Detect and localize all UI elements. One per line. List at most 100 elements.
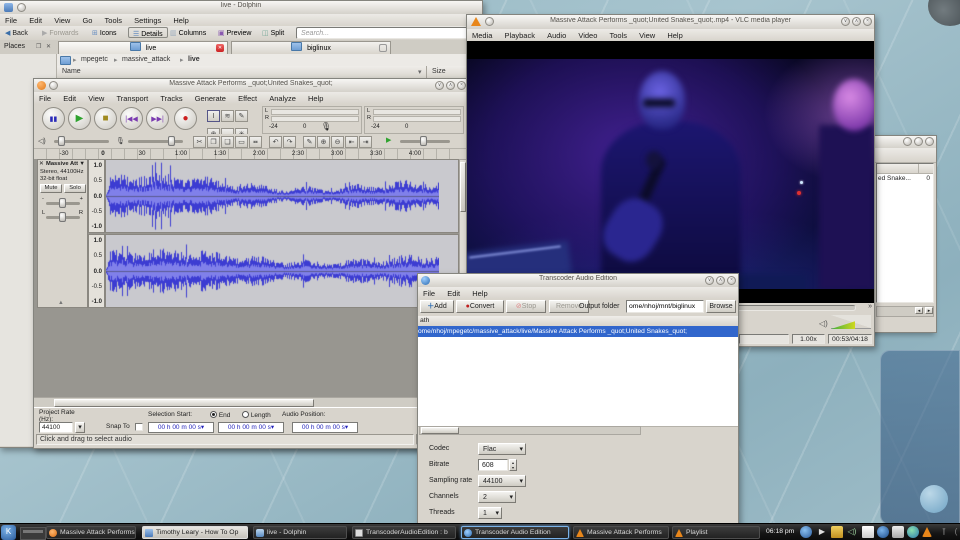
tray-kde-icon[interactable]	[800, 526, 812, 538]
kde-cashew-icon[interactable]	[928, 0, 960, 26]
places-float-icon[interactable]: ❐	[36, 43, 41, 50]
task-transcoder-active[interactable]: Transcoder Audio Edition	[461, 526, 569, 539]
solo-button[interactable]: Solo	[64, 184, 86, 193]
skip-start-button[interactable]: |◀◀	[120, 107, 143, 130]
menu-help[interactable]: Help	[467, 287, 492, 298]
maximize-button[interactable]: ∧	[446, 81, 455, 90]
back-button[interactable]: ◀ Back	[5, 29, 28, 37]
menu-help[interactable]: Help	[303, 92, 328, 103]
add-button[interactable]: ＋Add	[420, 300, 454, 313]
list-hscrollbar[interactable]	[419, 426, 641, 435]
columns-view-button[interactable]: ▥ Columns	[170, 29, 206, 37]
background-transcoder-window[interactable]: ed Snake... 0 ◂ ▸	[873, 135, 937, 333]
task-dolphin[interactable]: live - Dolphin	[253, 526, 347, 539]
scrollbar-thumb[interactable]	[421, 427, 459, 434]
pan-slider[interactable]	[46, 216, 80, 219]
selection-start-field[interactable]: 00 h 00 m 00 s▾	[148, 422, 214, 433]
widget-circle-icon[interactable]	[920, 485, 948, 513]
browse-button[interactable]: Browse	[706, 300, 736, 313]
output-volume-slider[interactable]	[54, 140, 109, 143]
backwindow-hscrollbar[interactable]: ◂ ▸	[876, 306, 934, 317]
menu-settings[interactable]: Settings	[129, 14, 166, 25]
icons-view-button[interactable]: ⊞ Icons	[92, 29, 117, 37]
split-button[interactable]: ◫ Split	[262, 29, 284, 37]
task-vlc-playlist[interactable]: Playlist	[672, 526, 760, 539]
audio-position-field[interactable]: 00 h 00 m 00 s▾	[292, 422, 358, 433]
output-folder-input[interactable]	[626, 300, 704, 313]
tab-close-icon[interactable]: ✕	[216, 44, 224, 52]
minimize-button[interactable]: ∨	[705, 276, 714, 285]
length-radio[interactable]: Length	[242, 411, 271, 419]
menu-help[interactable]: Help	[662, 29, 687, 40]
playback-speed-slider[interactable]	[400, 140, 450, 143]
bitrate-spinbox[interactable]: 608	[478, 459, 508, 471]
menu-tools[interactable]: Tools	[604, 29, 632, 40]
stop-button[interactable]: ⊘Stop	[506, 300, 546, 313]
minimize-button[interactable]: ∨	[435, 81, 444, 90]
menu-view[interactable]: View	[49, 14, 75, 25]
gain-slider[interactable]	[46, 202, 80, 205]
clock[interactable]: 06:18 pm	[766, 528, 794, 535]
video-display[interactable]	[467, 41, 874, 303]
task-timothy-leary[interactable]: Timothy Leary - How To Op	[142, 526, 248, 539]
time-display[interactable]: 00:53/04:18	[828, 334, 872, 344]
envelope-tool[interactable]: ≋	[221, 110, 234, 122]
track-menu-arrow-icon[interactable]: ▼	[79, 161, 85, 167]
track-name[interactable]: Massive Att	[46, 161, 78, 167]
task-transcoder-b[interactable]: TranscoderAudioEdition : b	[352, 526, 456, 539]
menu-file[interactable]: File	[418, 287, 440, 298]
play-at-speed-button[interactable]: ▶	[386, 136, 391, 144]
tab-biglinux[interactable]: biglinux	[231, 41, 391, 54]
pause-button[interactable]: ▮▮	[42, 107, 65, 130]
tray-network-icon[interactable]	[907, 526, 919, 538]
list-row[interactable]: ed Snake...	[878, 175, 911, 182]
menu-media[interactable]: Media	[467, 29, 497, 40]
bitrate-spin-arrows[interactable]: ▴▾	[509, 459, 517, 471]
menu-effect[interactable]: Effect	[233, 92, 262, 103]
menu-audio[interactable]: Audio	[542, 29, 571, 40]
tray-wallet-icon[interactable]	[831, 526, 843, 538]
desktop-widget-panel[interactable]	[880, 350, 960, 525]
tray-play-icon[interactable]: ▶	[816, 526, 828, 538]
channels-select[interactable]: 2▾	[478, 491, 516, 503]
menu-video[interactable]: Video	[573, 29, 602, 40]
tab-close-icon[interactable]	[379, 44, 387, 52]
menu-file[interactable]: File	[34, 92, 56, 103]
task-audacity[interactable]: Massive Attack Performs	[46, 526, 136, 539]
tray-vlc-icon[interactable]	[922, 527, 932, 537]
dolphin-titlebar[interactable]: live - Dolphin	[0, 1, 482, 15]
menu-tools[interactable]: Tools	[100, 14, 128, 25]
column-name[interactable]: Name	[62, 68, 81, 75]
close-button[interactable]: ×	[863, 17, 872, 26]
volume-icon[interactable]: ◁)	[819, 319, 828, 328]
task-vlc-video[interactable]: Massive Attack Performs	[573, 526, 669, 539]
tray-volume-icon[interactable]: ◁)	[846, 526, 858, 538]
menu-generate[interactable]: Generate	[190, 92, 231, 103]
places-close-icon[interactable]: ✕	[46, 43, 51, 50]
record-button[interactable]: ●	[174, 107, 197, 130]
maximize-button[interactable]: ∧	[716, 276, 725, 285]
menu-edit[interactable]: Edit	[24, 14, 47, 25]
cut-button[interactable]: ✂❐❏▭≖	[192, 135, 262, 148]
tray-clipboard-icon[interactable]	[862, 526, 874, 538]
menu-analyze[interactable]: Analyze	[264, 92, 301, 103]
track-close-icon[interactable]: ✕	[39, 161, 44, 167]
selected-file-row[interactable]: ome/nhoj/mpegetc/massive_attack/live/Mas…	[418, 326, 738, 337]
menu-tracks[interactable]: Tracks	[155, 92, 187, 103]
project-rate-select[interactable]: 44100	[39, 422, 73, 433]
crumb-massive-attack[interactable]: massive_attack	[122, 56, 170, 63]
volume-slider[interactable]	[831, 316, 871, 329]
next-frame-icon[interactable]: »	[868, 303, 872, 310]
search-input[interactable]: Search...	[296, 27, 472, 39]
codec-select[interactable]: Flac▾	[478, 443, 526, 455]
menu-help[interactable]: Help	[168, 14, 193, 25]
rate-dropdown-arrow[interactable]: ▾	[75, 422, 85, 433]
convert-button[interactable]: ●Convert	[456, 300, 504, 313]
playback-speed[interactable]: 1.00x	[792, 334, 825, 344]
close-button[interactable]: ×	[727, 276, 736, 285]
zoom-buttons[interactable]: ✎⊕⊖⇤⇥	[302, 135, 372, 148]
input-volume-slider[interactable]	[128, 140, 183, 143]
vlc-titlebar[interactable]: Massive Attack Performs _quot;United Sna…	[467, 15, 874, 30]
selection-end-field[interactable]: 00 h 00 m 00 s▾	[218, 422, 284, 433]
menu-go[interactable]: Go	[77, 14, 97, 25]
